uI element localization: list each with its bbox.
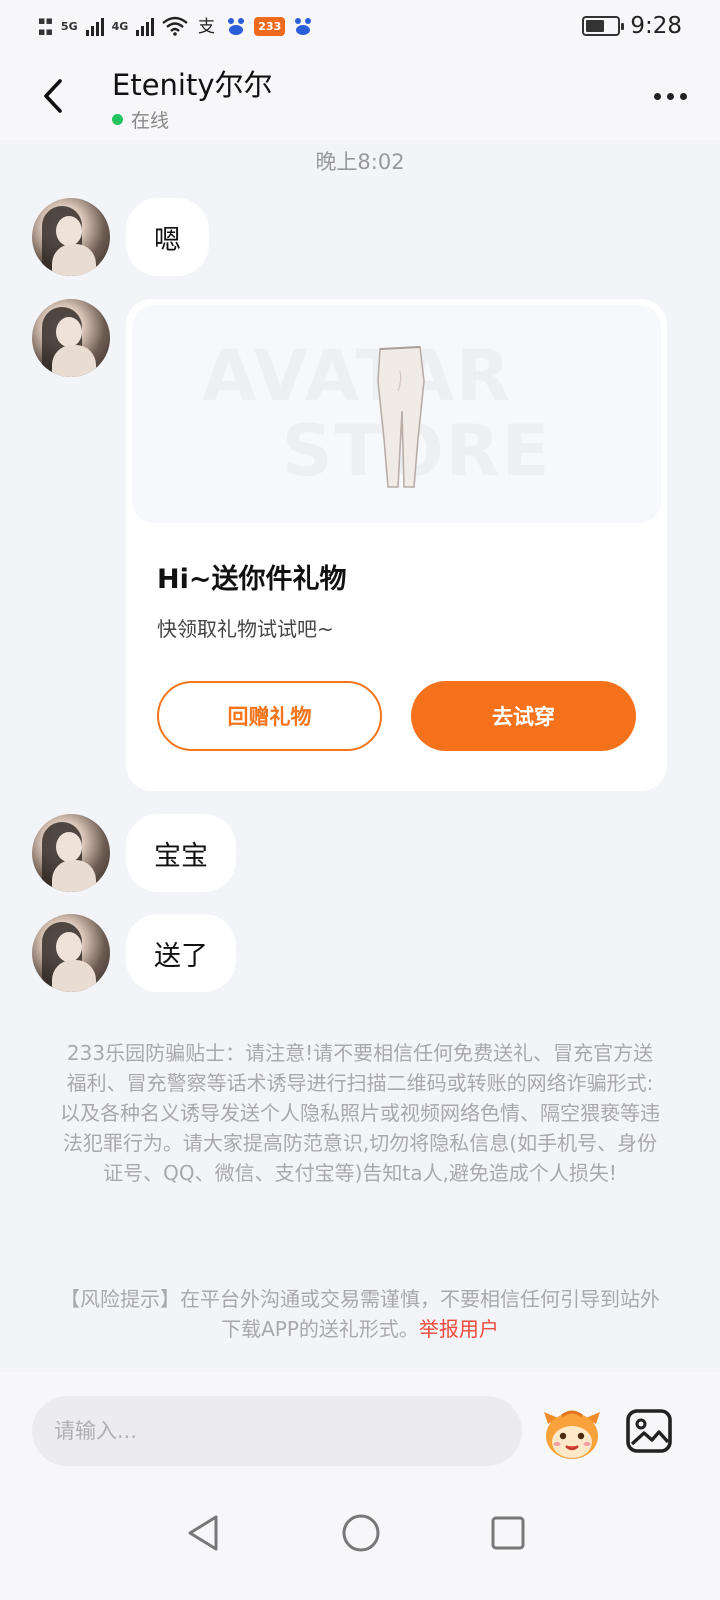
- emoji-icon[interactable]: [542, 1406, 602, 1462]
- nav-home-icon[interactable]: [339, 1511, 383, 1555]
- avatar-body: [52, 960, 96, 992]
- avatar-body: [52, 345, 96, 377]
- status-bar-right: 9:28: [582, 13, 682, 39]
- back-arrow-icon: [44, 79, 62, 113]
- report-user-link[interactable]: 举报用户: [419, 1317, 499, 1341]
- avatar-face: [56, 317, 82, 347]
- more-button[interactable]: [646, 78, 694, 114]
- avatar-face: [56, 832, 82, 862]
- return-gift-button[interactable]: 回赠礼物: [157, 681, 382, 751]
- online-label: 在线: [131, 110, 170, 132]
- baidu-icon-2: [295, 18, 312, 35]
- gift-card[interactable]: AVATAR STORE Hi~送你件礼物 快领取礼物试试吧~ 回赠礼物 去试穿: [126, 299, 667, 791]
- message-bubble[interactable]: 送了: [126, 914, 236, 992]
- message-timestamp: 晚上8:02: [315, 150, 405, 174]
- avatar-body: [52, 244, 96, 276]
- more-icon-dot: [666, 92, 674, 100]
- avatar-face: [56, 216, 82, 246]
- contact-name[interactable]: Etenity尔尔: [112, 62, 273, 104]
- leggings-icon: [377, 346, 425, 488]
- gift-card-title: Hi~送你件礼物: [157, 564, 347, 595]
- status-bar-left: ▪▪ ▪▪ 5G 4G 支 233: [38, 15, 313, 37]
- battery-icon: [582, 16, 625, 36]
- avatar[interactable]: [32, 198, 110, 276]
- avatar[interactable]: [32, 299, 110, 377]
- online-dot-icon: [112, 114, 123, 125]
- gift-image: AVATAR STORE: [132, 305, 661, 523]
- clock: 9:28: [630, 13, 682, 39]
- image-icon[interactable]: [624, 1406, 674, 1456]
- baidu-icon: [228, 18, 245, 35]
- svg-text:支: 支: [198, 17, 215, 37]
- anti-fraud-notice: 233乐园防骗贴士：请注意!请不要相信任何免费送礼、冒充官方送福利、冒充警察等话…: [60, 1041, 660, 1185]
- network-label-1: 5G: [60, 19, 78, 33]
- avatar-face: [56, 932, 82, 962]
- message-input[interactable]: [32, 1396, 522, 1466]
- alipay-icon: 支: [198, 17, 215, 37]
- avatar[interactable]: [32, 914, 110, 992]
- message-bubble[interactable]: 宝宝: [126, 814, 236, 892]
- chat-header: Etenity尔尔 在线: [0, 52, 720, 140]
- signal-icon-2: [136, 16, 155, 36]
- more-icon: [653, 92, 661, 100]
- risk-notice: 【风险提示】在平台外沟通或交易需谨慎，不要相信任何引导到站外下载APP的送礼形式…: [60, 1284, 660, 1344]
- online-status: 在线: [112, 106, 169, 133]
- back-button[interactable]: [30, 72, 78, 120]
- status-bar: ▪▪ ▪▪ 5G 4G 支 233 9:28: [0, 0, 720, 52]
- gift-card-subtitle: 快领取礼物试试吧~: [157, 617, 334, 641]
- network-label-2: 4G: [111, 19, 129, 33]
- wifi-icon: [162, 16, 189, 36]
- signal-icon-1: [85, 16, 104, 36]
- app-233-icon: 233: [254, 16, 286, 36]
- nav-back-icon[interactable]: [184, 1513, 224, 1553]
- try-on-button[interactable]: 去试穿: [411, 681, 636, 751]
- message-bubble[interactable]: 嗯: [126, 198, 209, 276]
- risk-notice-text: 【风险提示】在平台外沟通或交易需谨慎，不要相信任何引导到站外下载APP的送礼形式…: [60, 1287, 660, 1341]
- input-bar: [0, 1372, 720, 1488]
- sim-icon: ▪▪ ▪▪: [38, 14, 53, 38]
- more-icon-dot: [679, 92, 687, 100]
- avatar[interactable]: [32, 814, 110, 892]
- avatar-body: [52, 860, 96, 892]
- nav-recent-icon[interactable]: [488, 1513, 528, 1553]
- gift-watermark-line1: AVATAR: [202, 335, 512, 417]
- system-nav-bar: [0, 1488, 720, 1600]
